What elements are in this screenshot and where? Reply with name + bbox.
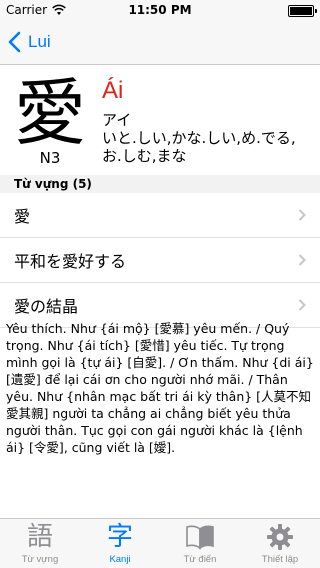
list-item[interactable]: 愛 — [0, 193, 320, 238]
vocab-text: 平和を愛好する — [14, 252, 127, 271]
chevron-right-icon — [298, 209, 306, 221]
status-bar: Carrier 11:50 PM — [0, 0, 320, 20]
tab-label: Thiết lập — [261, 554, 299, 565]
kanji-character: 愛 — [13, 71, 86, 155]
book-icon — [186, 525, 214, 550]
vocab-section-header: Từ vựng (5) — [0, 175, 320, 193]
jlpt-level: N3 — [39, 149, 61, 167]
kanji-header: 愛 N3 Ái アイ いと.しい,かな.しい,め.でる,お.しむ,まな — [0, 65, 320, 175]
on-reading: アイ — [102, 111, 132, 129]
kun-reading: いと.しい,かな.しい,め.でる,お.しむ,まな — [102, 129, 296, 165]
kanji-icon: 字 — [106, 522, 133, 552]
kanji-meaning: Yêu thích. Như {ái mộ} [愛慕] yêu mến. / Q… — [6, 321, 314, 455]
battery-icon — [288, 5, 317, 17]
tab-label: Kanji — [109, 554, 131, 565]
chevron-right-icon — [298, 299, 306, 311]
tab-vocabulary[interactable]: 語 Từ vựng — [0, 519, 80, 568]
tab-label: Từ điển — [183, 554, 217, 565]
kanji-readings: アイ いと.しい,かな.しい,め.でる,お.しむ,まな — [102, 111, 314, 165]
vocab-list: 愛 平和を愛好する 愛の結晶 — [0, 193, 320, 328]
hanviet-reading: Ái — [102, 77, 124, 104]
tab-kanji[interactable]: 字 Kanji — [80, 519, 160, 568]
chevron-right-icon — [298, 254, 306, 266]
navigation-bar: Lui — [0, 20, 320, 65]
vocab-text: 愛 — [14, 207, 31, 226]
vocabulary-icon: 語 — [26, 522, 53, 552]
back-button[interactable]: Lui — [6, 30, 51, 54]
vocab-text: 愛の結晶 — [14, 297, 79, 316]
tab-label: Từ vựng — [21, 554, 59, 565]
tab-bar: 語 Từ vựng 字 Kanji Từ điển Thiết lập — [0, 518, 320, 568]
tab-dictionary[interactable]: Từ điển — [160, 519, 240, 568]
gear-icon — [267, 524, 293, 550]
status-time: 11:50 PM — [128, 3, 192, 17]
list-item[interactable]: 平和を愛好する — [0, 238, 320, 283]
tab-settings[interactable]: Thiết lập — [240, 519, 320, 568]
back-label: Lui — [28, 32, 51, 51]
vocab-section-title: Từ vựng (5) — [14, 177, 92, 191]
chevron-left-icon — [8, 31, 21, 53]
